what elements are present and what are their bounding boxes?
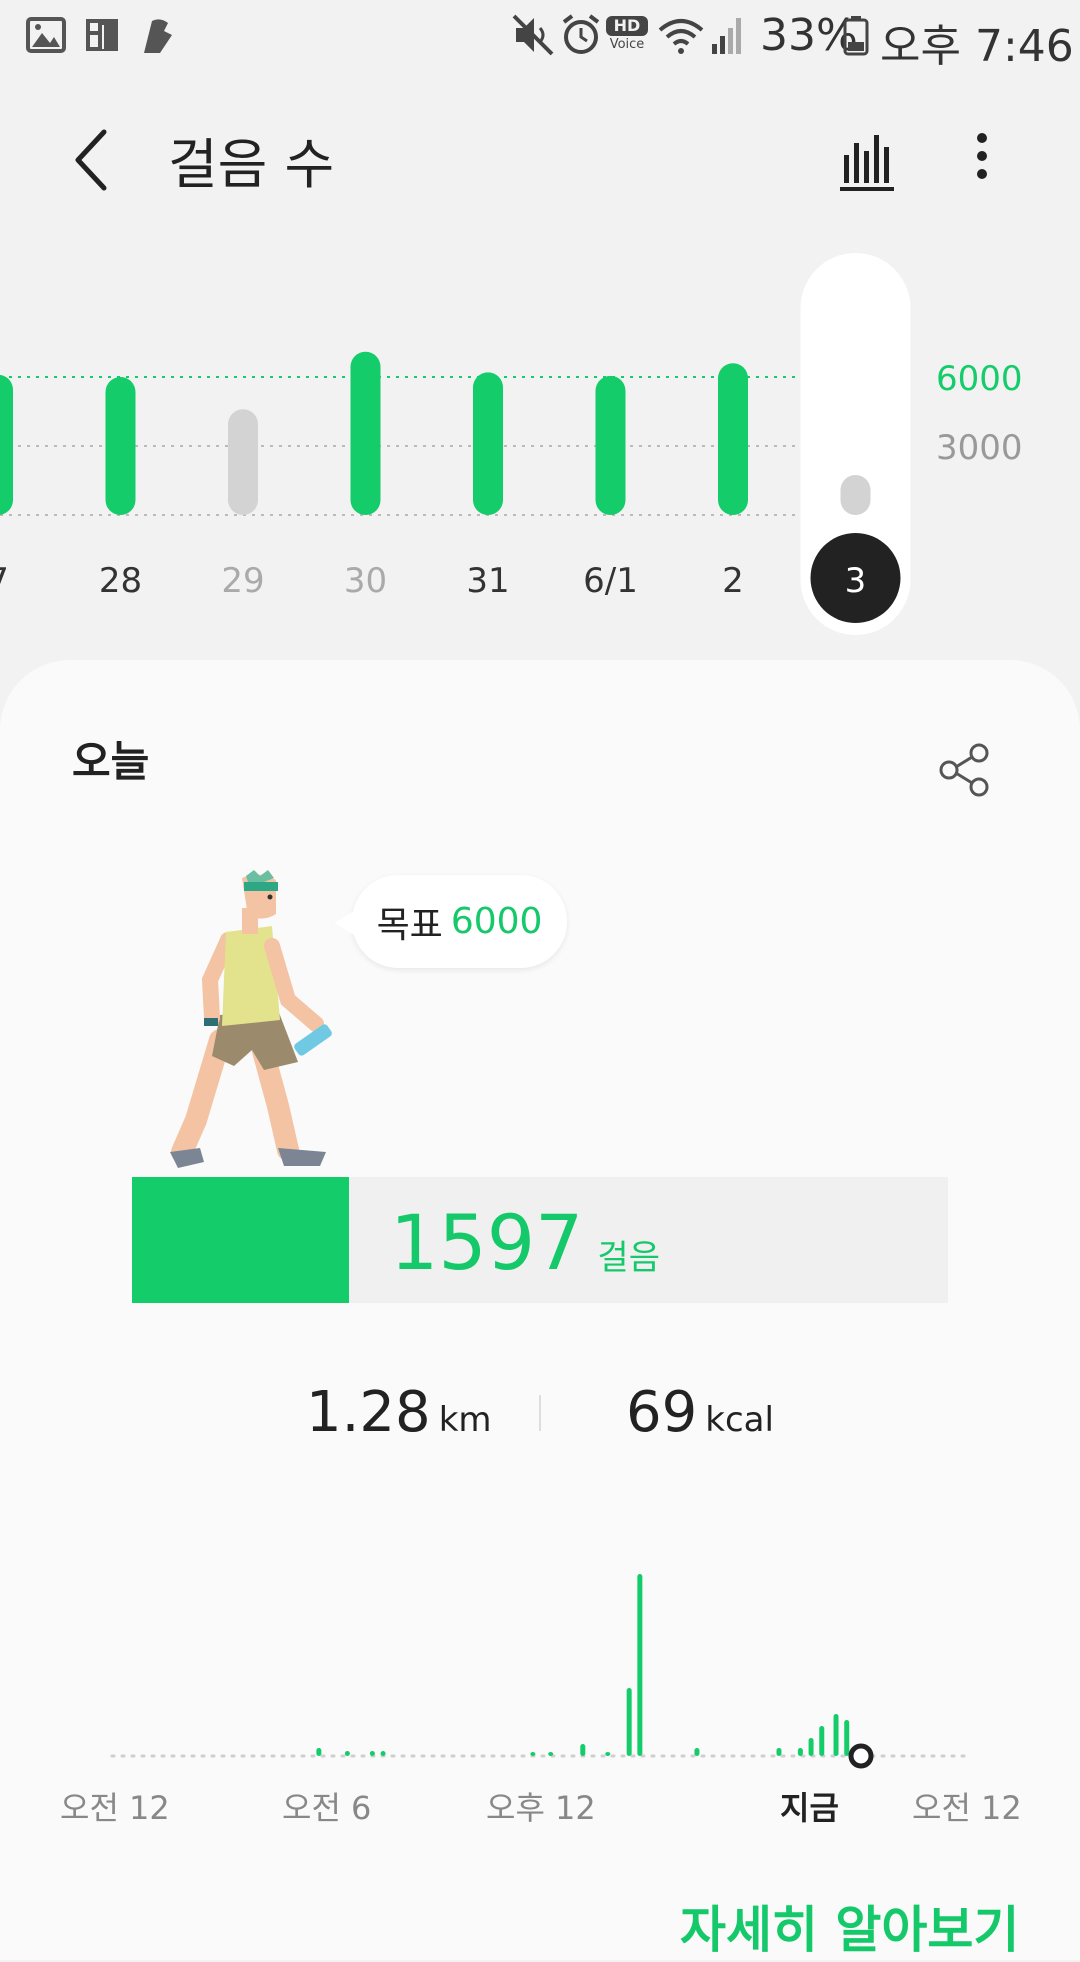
hd-voice-icon: HD Voice <box>606 16 648 56</box>
hour-bar <box>637 1574 643 1756</box>
alarm-icon <box>562 14 600 54</box>
day-bar-3[interactable] <box>840 475 871 515</box>
signal-icon <box>712 18 741 54</box>
gallery-icon <box>26 17 66 53</box>
hour-bar <box>776 1748 782 1756</box>
share-icon <box>939 743 989 797</box>
day-label-31[interactable]: 31 <box>466 561 509 601</box>
hour-bar <box>580 1744 586 1756</box>
hour-bar <box>626 1688 632 1756</box>
day-bar-6/1[interactable] <box>595 375 626 515</box>
hd-label: HD <box>606 16 648 36</box>
distance-unit: km <box>438 1400 492 1440</box>
status-bar: HD Voice 33% 오후 7:46 <box>0 0 1080 72</box>
hour-bar <box>833 1714 839 1756</box>
hour-bar <box>694 1748 700 1756</box>
more-options-button[interactable] <box>962 125 1002 195</box>
now-marker <box>848 1743 874 1769</box>
hour-bar <box>380 1751 386 1756</box>
wifi-icon <box>658 19 704 54</box>
hour-bar <box>605 1752 611 1756</box>
day-bar-31[interactable] <box>473 372 503 515</box>
more-vert-icon <box>977 133 987 179</box>
distance-stat: 1.28 km <box>306 1380 492 1445</box>
steps-unit: 걸음 <box>597 1238 660 1278</box>
y-tick-3000: 3000 <box>936 428 1023 468</box>
calories-value: 69 <box>626 1380 698 1445</box>
day-label-3[interactable]: 3 <box>845 561 867 601</box>
day-label-29[interactable]: 29 <box>221 561 264 601</box>
mute-icon <box>512 14 554 56</box>
clock: 오후 7:46 <box>880 21 1074 72</box>
steps-total: 1597 걸음 <box>390 1198 660 1287</box>
hour-bar <box>844 1720 850 1756</box>
day-label-6/1[interactable]: 6/1 <box>583 561 638 601</box>
goal-value: 6000 <box>450 901 543 942</box>
hour-bar <box>797 1748 803 1756</box>
hour-bar <box>369 1751 375 1756</box>
hour-bar <box>530 1752 536 1756</box>
steps-progress-fill <box>132 1177 350 1303</box>
y-tick-6000: 6000 <box>936 359 1023 399</box>
learn-more-link[interactable]: 자세히 알아보기 <box>680 1890 1019 1962</box>
goal-label: 목표 <box>376 904 443 946</box>
distance-value: 1.28 <box>306 1380 431 1445</box>
time-label-midnight-end: 오전 12 <box>912 1789 1022 1827</box>
today-label: 오늘 <box>72 737 150 786</box>
calories-unit: kcal <box>705 1400 774 1440</box>
page-title: 걸음 수 <box>168 133 335 196</box>
news-icon <box>86 19 118 51</box>
weekly-steps-chart[interactable]: 7 28 29 30 31 6/1 2 3 6000 3000 <box>0 240 1080 640</box>
day-label-7[interactable]: 7 <box>0 561 9 601</box>
day-bar-30[interactable] <box>350 351 381 515</box>
time-label-noon: 오후 12 <box>486 1789 596 1827</box>
hour-bar <box>548 1752 554 1756</box>
day-label-2[interactable]: 2 <box>722 561 744 601</box>
walking-person-illustration <box>170 870 332 1168</box>
trends-button[interactable] <box>830 125 900 195</box>
day-bar-29[interactable] <box>228 409 258 515</box>
voice-label: Voice <box>609 37 645 52</box>
hour-bar <box>316 1748 322 1756</box>
share-button[interactable] <box>935 740 995 800</box>
back-arrow-icon <box>75 129 107 191</box>
stat-divider <box>539 1395 541 1431</box>
steps-count: 1597 <box>390 1198 584 1287</box>
battery-icon <box>843 16 869 56</box>
back-button[interactable] <box>60 120 130 200</box>
time-label-now: 지금 <box>780 1789 839 1827</box>
hour-bar <box>819 1726 825 1756</box>
bubble-tail <box>334 911 354 935</box>
day-bar-28[interactable] <box>105 377 136 515</box>
day-label-30[interactable]: 30 <box>344 561 387 601</box>
time-label-midnight-start: 오전 12 <box>60 1789 170 1827</box>
bar-chart-icon <box>840 135 894 191</box>
hourly-steps-chart[interactable] <box>0 1500 1080 1800</box>
time-label-6am: 오전 6 <box>282 1789 372 1827</box>
calories-stat: 69 kcal <box>626 1380 774 1445</box>
day-bar-7[interactable] <box>0 374 13 515</box>
shoe-icon <box>144 19 172 53</box>
day-label-28[interactable]: 28 <box>99 561 142 601</box>
day-bar-2[interactable] <box>718 363 748 515</box>
goal-bubble: 목표 6000 <box>334 875 567 968</box>
hour-bar <box>344 1751 350 1756</box>
hour-bar <box>808 1738 814 1756</box>
